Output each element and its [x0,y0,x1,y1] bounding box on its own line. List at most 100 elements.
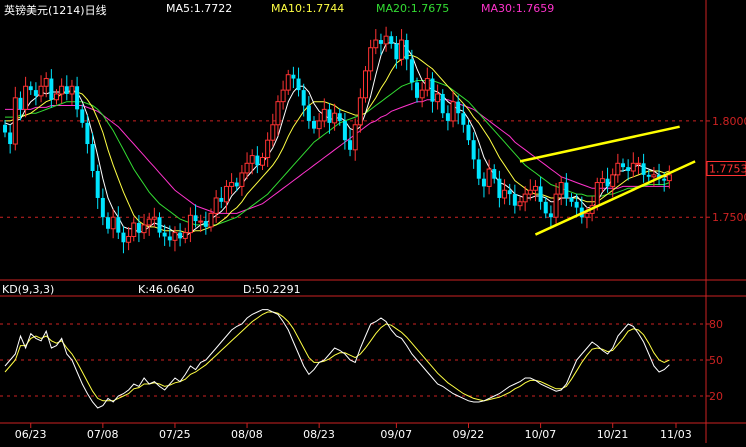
candle-down [507,190,512,195]
candle-down [445,113,450,121]
candle-down [409,59,414,83]
candle-up [223,185,229,203]
candle-up [615,162,621,176]
candle-up [630,162,636,172]
date-tick-label: 11/03 [660,428,692,441]
k-readout: K:46.0640 [138,283,195,296]
ma30-readout: MA30:1.7659 [481,2,555,15]
kd-tick-label: 80 [709,318,723,331]
candle-up [610,174,616,187]
candle-down [481,178,486,187]
date-tick-label: 10/21 [597,428,629,441]
candle-down [33,90,38,96]
candle-down [404,40,409,60]
candle-up [357,97,363,126]
date-tick-label: 08/08 [231,428,263,441]
candle-down [75,86,80,110]
date-tick-label: 06/23 [15,428,47,441]
candle-down [162,232,167,237]
candle-down [193,215,198,222]
ma20-readout: MA20:1.7675 [376,2,450,15]
candle-down [626,167,631,171]
candle-up [280,89,286,103]
candle-up [270,124,276,141]
price-tick-label: 1.8000 [712,115,746,128]
candle-down [90,144,95,171]
candle-down [157,217,162,233]
candle-up [321,108,327,122]
candle-down [342,120,347,141]
ma5-readout: MA5:1.7722 [166,2,233,15]
candle-up [198,220,204,223]
candle-down [646,174,651,177]
candle-down [8,132,13,145]
candle-down [378,40,383,44]
candle-down [348,140,353,150]
candle-up [502,189,508,199]
candle-down [167,236,172,241]
candle-up [244,162,250,174]
candle-up [368,47,374,72]
candle-up [260,157,265,166]
ma10-readout: MA10:1.7744 [271,2,345,15]
candle-up [69,85,75,95]
candle-up [265,139,271,159]
price-tick-label: 1.7500 [712,211,746,224]
candle-up [558,182,564,195]
candle-up [332,112,338,124]
candle-up [594,182,600,207]
candle-up [285,74,291,91]
candle-up [486,168,492,187]
candle-up [553,193,559,218]
candle-down [49,78,54,100]
candle-up [635,162,641,165]
candle-down [621,163,625,168]
candle-down [456,101,461,114]
candle-down [296,78,301,91]
candle-up [584,212,590,218]
date-tick-label: 07/25 [159,428,191,441]
candle-down [461,113,466,125]
candle-down [28,86,33,91]
candle-down [18,97,23,110]
candle-up [110,216,116,230]
candle-down [100,197,105,218]
candle-down [476,159,481,179]
candle-down [80,109,85,123]
current-price-label: 1.7753 [709,162,746,175]
candle-up [352,124,358,151]
candle-up [373,39,379,49]
candle-down [605,178,610,187]
candle-down [219,197,224,202]
candle-up [229,182,235,187]
candle-down [106,217,110,229]
candle-up [651,174,657,178]
candle-up [126,235,132,243]
candle-down [564,182,569,198]
candle-down [548,213,553,218]
kd-label: KD(9,3,3) [2,283,55,296]
candle-up [208,212,214,228]
candle-down [85,122,90,145]
candle-up [131,222,137,237]
candle-down [203,221,208,227]
candle-up [435,93,441,103]
candle-up [383,35,389,45]
candle-up [399,39,405,60]
candle-up [141,224,147,234]
candle-up [527,189,533,195]
kd-tick-label: 20 [709,390,723,403]
candle-up [666,174,672,182]
candle-down [543,201,548,214]
candle-down [415,82,419,98]
candle-up [599,178,605,184]
candle-up [522,193,528,203]
chart-title: 英镑美元(1214)日线 [4,4,107,17]
candle-up [146,218,152,226]
candle-up [532,185,538,191]
candle-down [291,74,296,79]
candle-up [38,85,44,97]
candle-up [275,101,281,126]
candle-down [64,86,69,94]
candle-up [363,70,368,99]
